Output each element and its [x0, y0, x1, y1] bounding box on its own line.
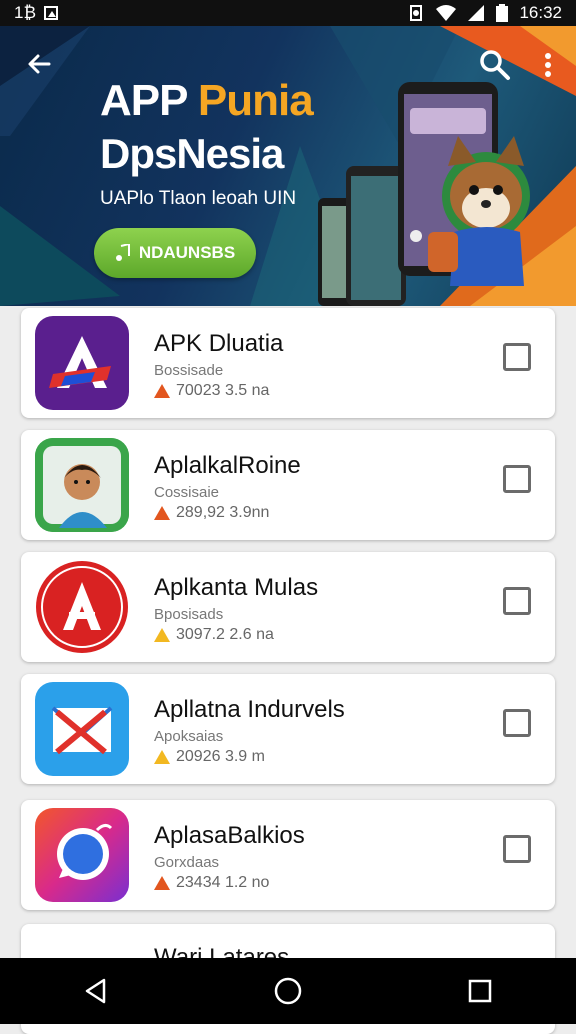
person-avatar-icon	[35, 438, 129, 532]
banner-cta-label: NDAUNSBS	[138, 243, 236, 262]
app-name: AplalkalRoine	[154, 452, 301, 479]
app-meta: 3097.2 2.6 na	[154, 626, 274, 644]
app-name: AplasaBalkios	[154, 822, 305, 849]
app-list-item[interactable]: AplasaBalkios Gorxdaas 23434 1.2 no	[21, 800, 555, 910]
app-meta: 23434 1.2 no	[154, 874, 269, 892]
app-category: Cossisaie	[154, 484, 220, 501]
search-icon	[480, 50, 510, 80]
app-category: Gorxdaas	[154, 854, 220, 871]
triangle-back-icon	[85, 978, 106, 1004]
app-meta: 70023 3.5 na	[154, 382, 269, 400]
battery-icon	[496, 4, 509, 22]
warning-icon	[154, 628, 170, 642]
app-meta-text: 289,92 3.9nn	[176, 504, 270, 521]
app-select-checkbox[interactable]	[503, 465, 531, 493]
app-category: Bossisade	[154, 362, 224, 379]
warning-icon	[154, 750, 170, 764]
app-select-checkbox[interactable]	[503, 835, 531, 863]
app-icon	[35, 560, 129, 654]
music-note-icon	[115, 244, 130, 261]
nav-recents-button[interactable]	[450, 961, 510, 1021]
square-recents-icon	[468, 979, 492, 1003]
more-vert-icon	[545, 53, 551, 77]
app-meta-text: 70023 3.5 na	[176, 382, 270, 399]
app-select-checkbox[interactable]	[503, 709, 531, 737]
app-category: Bposisads	[154, 606, 224, 623]
app-list-item[interactable]: Aplkanta Mulas Bposisads 3097.2 2.6 na	[21, 552, 555, 662]
app-icon	[35, 682, 129, 776]
signal-icon	[468, 5, 485, 21]
warning-icon	[154, 876, 170, 890]
app-category: Apoksaias	[154, 728, 224, 745]
app-name: Apllatna Indurvels	[154, 696, 345, 723]
circle-home-icon	[274, 977, 302, 1005]
letter-a-circle-logo-icon	[36, 561, 128, 653]
warning-icon	[154, 384, 170, 398]
app-list-item[interactable]: APK Dluatia Bossisade 70023 3.5 na	[21, 308, 555, 418]
banner-cta-button[interactable]: NDAUNSBS	[94, 228, 256, 278]
app-name: Aplkanta Mulas	[154, 574, 319, 601]
nfc-icon	[410, 5, 423, 21]
app-meta: 289,92 3.9nn	[154, 504, 269, 522]
warning-icon	[154, 506, 170, 520]
back-button[interactable]	[22, 50, 56, 84]
banner-subtitle: UAPlo Tlaon leoah UIN	[100, 188, 297, 209]
status-left-text: 1₿	[14, 3, 37, 22]
nav-back-button[interactable]	[66, 961, 126, 1021]
system-navigation-bar	[0, 958, 576, 1024]
status-bar: 1₿ 16:32	[0, 0, 576, 26]
status-time: 16:32	[519, 3, 562, 22]
app-icon	[35, 316, 129, 410]
banner-title-part1: APP	[100, 76, 198, 125]
search-button[interactable]	[476, 46, 512, 82]
nav-home-button[interactable]	[258, 961, 318, 1021]
app-meta-text: 3097.2 2.6 na	[176, 626, 274, 643]
banner-title-accent: Punia	[197, 76, 314, 125]
app-select-checkbox[interactable]	[503, 587, 531, 615]
wifi-icon	[436, 5, 457, 21]
app-icon	[35, 438, 129, 532]
overflow-menu-button[interactable]	[536, 48, 560, 82]
header-banner: APP Punia DpsNesia UAPlo Tlaon leoah UIN…	[0, 26, 576, 306]
app-list-item[interactable]: AplalkalRoine Cossisaie 289,92 3.9nn	[21, 430, 555, 540]
app-icon	[35, 808, 129, 902]
app-name: APK Dluatia	[154, 330, 284, 357]
app-list-item[interactable]: Apllatna Indurvels Apoksaias 20926 3.9 m	[21, 674, 555, 784]
banner-title-line2: DpsNesia	[100, 130, 284, 177]
chat-bubble-icon	[57, 823, 113, 880]
app-meta: 20926 3.9 m	[154, 748, 265, 766]
banner-title-line1: APP Punia	[100, 76, 314, 126]
image-notification-icon	[44, 6, 59, 20]
envelope-cross-icon	[51, 706, 113, 755]
app-meta-text: 23434 1.2 no	[176, 874, 270, 891]
app-select-checkbox[interactable]	[503, 343, 531, 371]
app-meta-text: 20926 3.9 m	[176, 748, 265, 765]
arrow-left-icon	[28, 54, 51, 74]
letter-a-logo-icon	[49, 336, 111, 388]
